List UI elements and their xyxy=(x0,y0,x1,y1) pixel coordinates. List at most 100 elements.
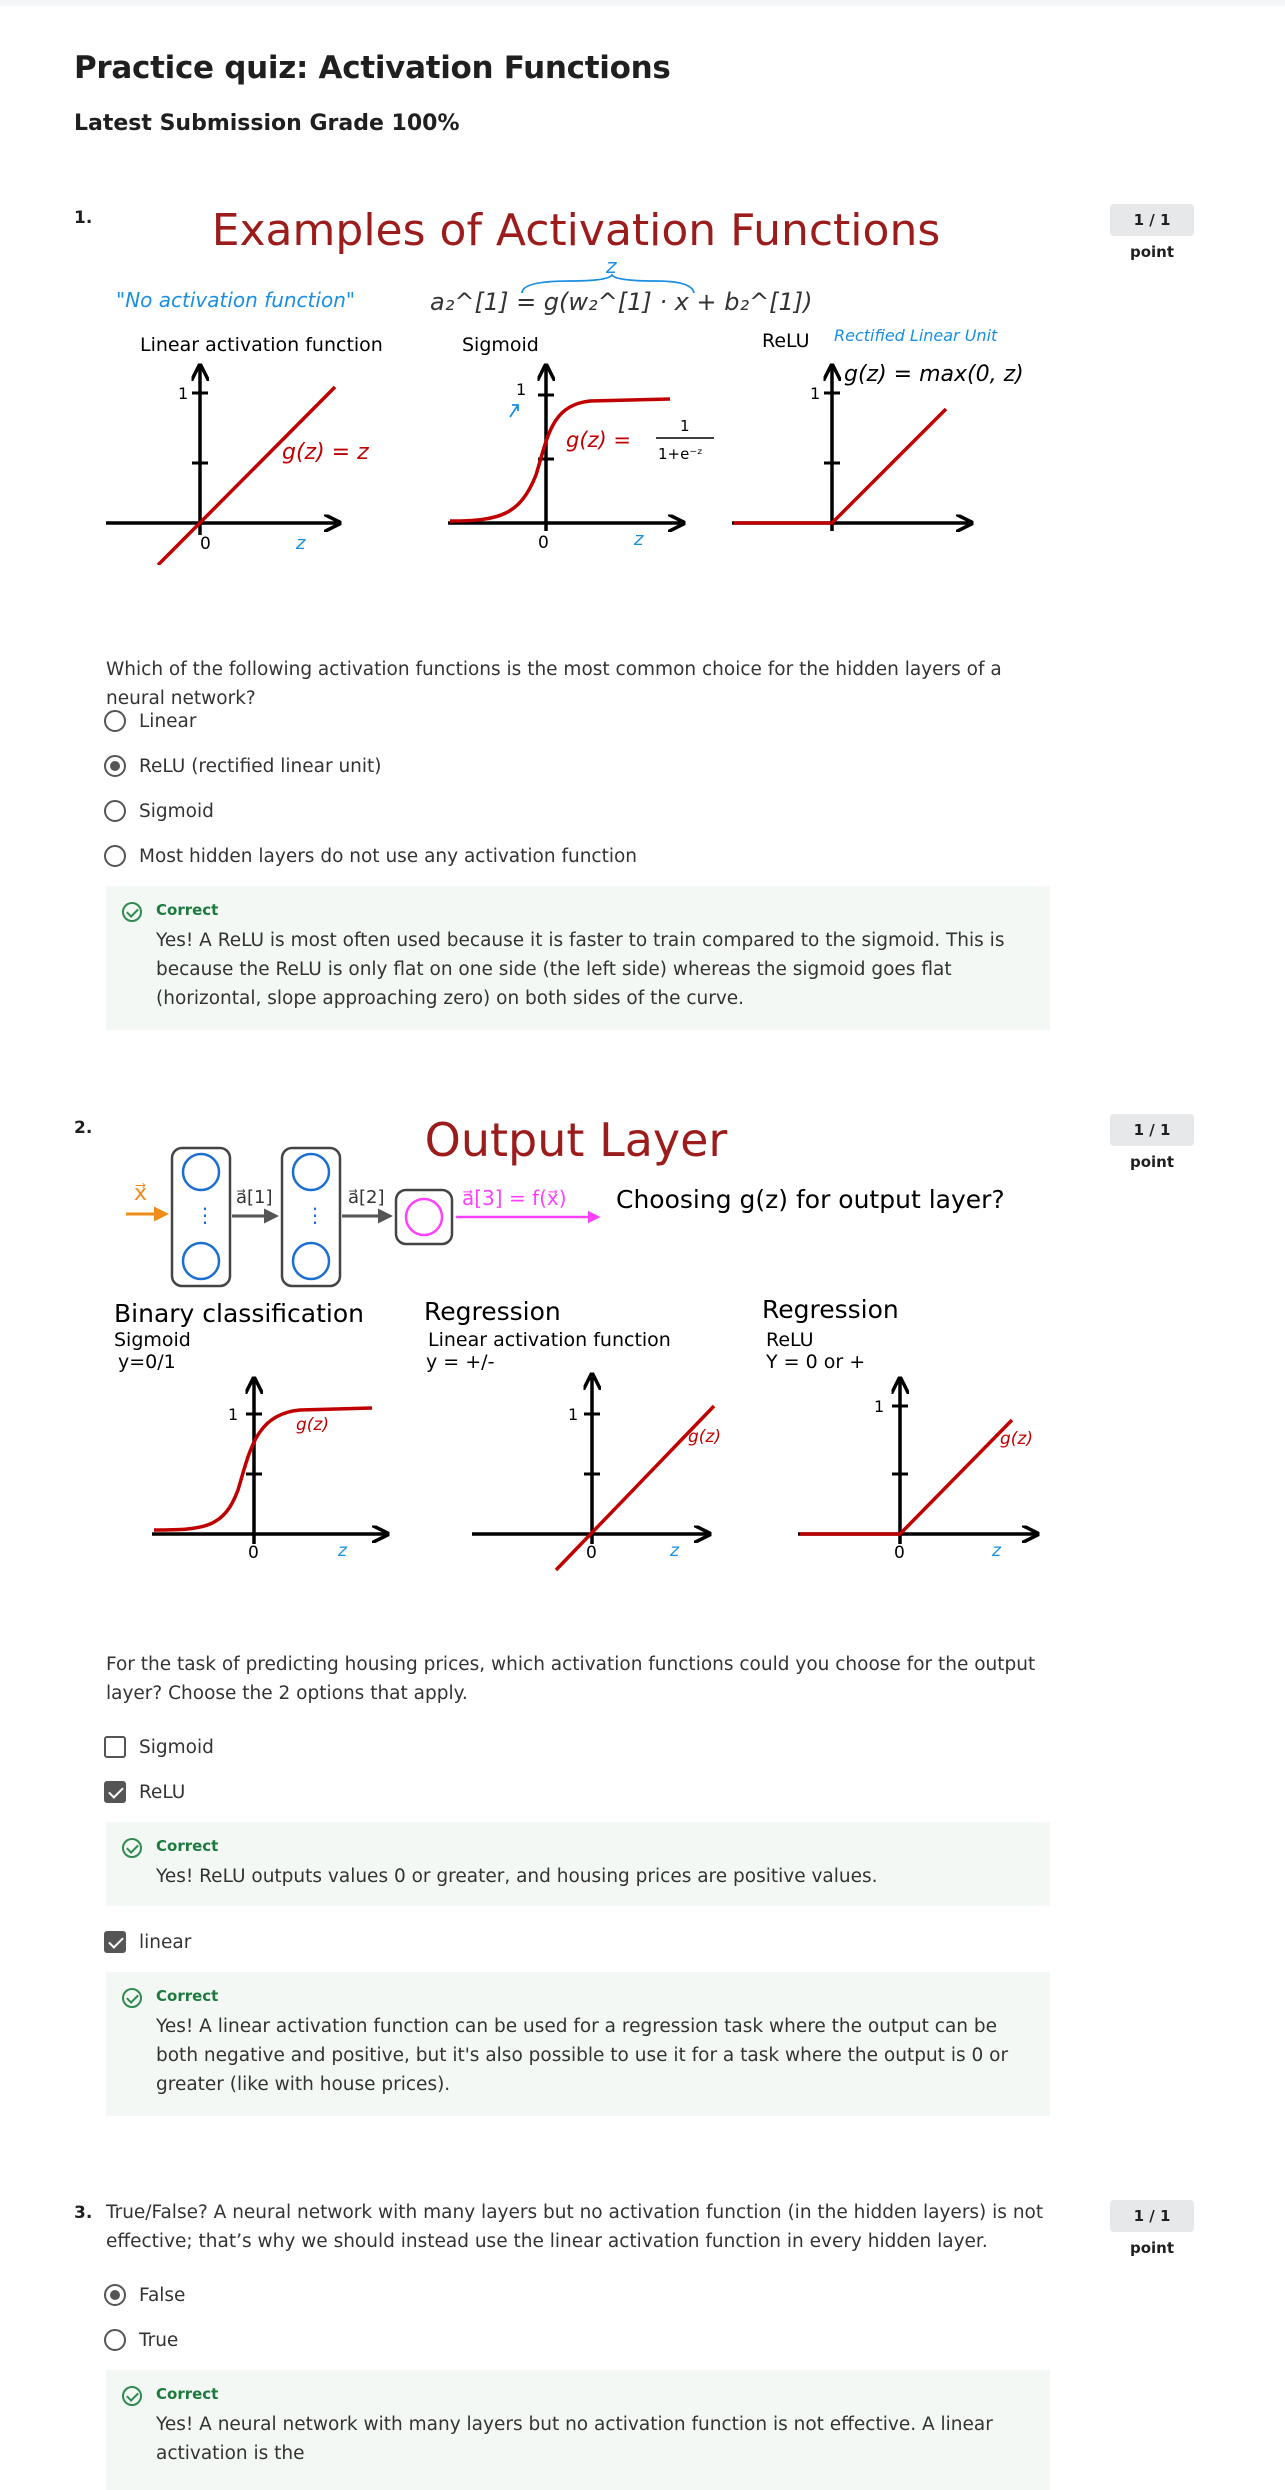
axis-one: 1 xyxy=(874,1397,884,1416)
radio-button[interactable] xyxy=(104,710,126,732)
points-badge: 1 / 1 point xyxy=(1110,2200,1194,2257)
question-text: For the task of predicting housing price… xyxy=(106,1654,1036,1704)
option-true[interactable]: True xyxy=(104,2326,178,2354)
relu-note: Rectified Linear Unit xyxy=(834,326,998,345)
option-linear[interactable]: linear xyxy=(104,1928,191,1956)
radio-button-selected[interactable] xyxy=(104,755,126,777)
option-sigmoid[interactable]: Sigmoid xyxy=(104,797,214,825)
figure-title: Output Layer xyxy=(425,1113,728,1167)
equation: a₂^[1] = g(w₂^[1] · x + b₂^[1]) xyxy=(430,288,813,316)
radio-button-selected[interactable] xyxy=(104,2284,126,2306)
option-label: Sigmoid xyxy=(139,1736,214,1758)
axis-one: 1 xyxy=(228,1405,238,1424)
correct-check-icon xyxy=(122,1988,142,2008)
axis-zero: 0 xyxy=(200,534,211,554)
panel-sub1: ReLU xyxy=(766,1329,814,1351)
panel-sub2: Y = 0 or + xyxy=(765,1351,865,1373)
output-layer-figure: Output Layer x⃗ ⋮ a⃗[1] ⋮ a⃗[2] a⃗[3] = … xyxy=(114,1113,1060,1572)
option-relu[interactable]: ReLU (rectified linear unit) xyxy=(104,752,382,780)
panel-sub1: Linear activation function xyxy=(428,1329,671,1351)
panel-heading: Regression xyxy=(424,1297,561,1326)
option-sigmoid[interactable]: Sigmoid xyxy=(104,1733,214,1761)
formula-sigmoid: g(z) = xyxy=(566,428,631,452)
axis-zero: 0 xyxy=(538,533,549,553)
question-number: 1. xyxy=(74,208,93,228)
output-question: Choosing g(z) for output layer? xyxy=(616,1185,1005,1214)
correct-check-icon xyxy=(122,1838,142,1858)
option-relu[interactable]: ReLU xyxy=(104,1778,185,1806)
checkbox-checked[interactable] xyxy=(104,1931,126,1953)
axis-one: 1 xyxy=(810,384,820,403)
axis-z: z xyxy=(991,1541,1002,1561)
a1-label: a⃗[1] xyxy=(236,1187,273,1208)
top-bar xyxy=(0,0,1285,6)
panel-label-relu: ReLU xyxy=(762,330,810,352)
formula-relu: g(z) = max(0, z) xyxy=(844,362,1024,387)
submission-grade: Latest Submission Grade 100% xyxy=(74,111,460,136)
g-of-z: g(z) xyxy=(296,1415,329,1435)
figure-title: Examples of Activation Functions xyxy=(212,205,941,256)
option-linear[interactable]: Linear xyxy=(104,707,197,735)
axis-z: z xyxy=(337,1541,348,1561)
option-label: ReLU (rectified linear unit) xyxy=(139,755,382,777)
points-badge: 1 / 1 point xyxy=(1110,1114,1194,1171)
axis-zero: 0 xyxy=(248,1543,259,1563)
option-label: False xyxy=(139,2284,186,2306)
panel-label-linear: Linear activation function xyxy=(140,334,383,356)
axis-one: 1 xyxy=(568,1405,578,1424)
g-of-z: g(z) xyxy=(688,1427,721,1447)
axis-one: 1 xyxy=(516,380,526,399)
option-label: Sigmoid xyxy=(139,800,214,822)
correct-check-icon xyxy=(122,902,142,922)
fraction-denominator: 1+e⁻ᶻ xyxy=(658,445,703,463)
feedback-label: Correct xyxy=(156,1837,219,1855)
feedback-message: Yes! A ReLU is most often used because i… xyxy=(156,930,1005,1009)
question-text: True/False? A neural network with many l… xyxy=(106,2202,1044,2252)
input-x-label: x⃗ xyxy=(134,1181,147,1206)
feedback-box: Correct Yes! A ReLU is most often used b… xyxy=(106,886,1050,1030)
panel-sub2: y=0/1 xyxy=(118,1351,176,1373)
feedback-label: Correct xyxy=(156,1987,219,2005)
feedback-message: Yes! A neural network with many layers b… xyxy=(156,2414,993,2464)
panel-sub2: y = +/- xyxy=(426,1351,494,1373)
panel-heading: Regression xyxy=(762,1295,899,1324)
no-activation-note: "No activation function" xyxy=(116,288,355,312)
option-label: Most hidden layers do not use any activa… xyxy=(139,845,638,867)
g-of-z: g(z) xyxy=(1000,1429,1033,1449)
svg-text:⋮: ⋮ xyxy=(195,1203,215,1227)
checkbox[interactable] xyxy=(104,1736,126,1758)
fraction-numerator: 1 xyxy=(680,417,690,435)
points-badge: 1 / 1 point xyxy=(1110,204,1194,261)
a2-label: a⃗[2] xyxy=(348,1187,385,1208)
feedback-label: Correct xyxy=(156,2385,219,2403)
question-number: 2. xyxy=(74,1118,93,1138)
axis-zero: 0 xyxy=(586,1543,597,1563)
radio-button[interactable] xyxy=(104,800,126,822)
axis-one: 1 xyxy=(178,384,188,403)
option-label: True xyxy=(139,2329,179,2351)
option-false[interactable]: False xyxy=(104,2281,185,2309)
formula-linear: g(z) = z xyxy=(282,440,369,465)
z-brace-label: z xyxy=(605,254,617,278)
feedback-box: Correct Yes! A neural network with many … xyxy=(106,2370,1050,2490)
feedback-message: Yes! ReLU outputs values 0 or greater, a… xyxy=(156,1866,878,1887)
option-label: linear xyxy=(139,1931,192,1953)
correct-check-icon xyxy=(122,2386,142,2406)
a3-equation: a⃗[3] = f(x⃗) xyxy=(462,1186,567,1210)
panel-heading: Binary classification xyxy=(114,1299,364,1328)
axis-z: z xyxy=(633,529,644,550)
svg-text:⋮: ⋮ xyxy=(305,1203,325,1227)
page-title: Practice quiz: Activation Functions xyxy=(74,50,671,86)
activation-functions-figure: Examples of Activation Functions z a₂^[1… xyxy=(106,205,1024,565)
feedback-box: Correct Yes! A linear activation functio… xyxy=(106,1972,1050,2116)
radio-button[interactable] xyxy=(104,845,126,867)
option-label: ReLU xyxy=(139,1781,186,1803)
option-no-activation[interactable]: Most hidden layers do not use any activa… xyxy=(104,842,637,870)
quiz-page: Practice quiz: Activation Functions Late… xyxy=(0,0,1285,2490)
option-label: Linear xyxy=(139,710,197,732)
radio-button[interactable] xyxy=(104,2329,126,2351)
axis-z: z xyxy=(669,1541,680,1561)
checkbox-checked[interactable] xyxy=(104,1781,126,1803)
feedback-box: Correct Yes! ReLU outputs values 0 or gr… xyxy=(106,1822,1050,1906)
panel-label-sigmoid: Sigmoid xyxy=(462,334,539,356)
